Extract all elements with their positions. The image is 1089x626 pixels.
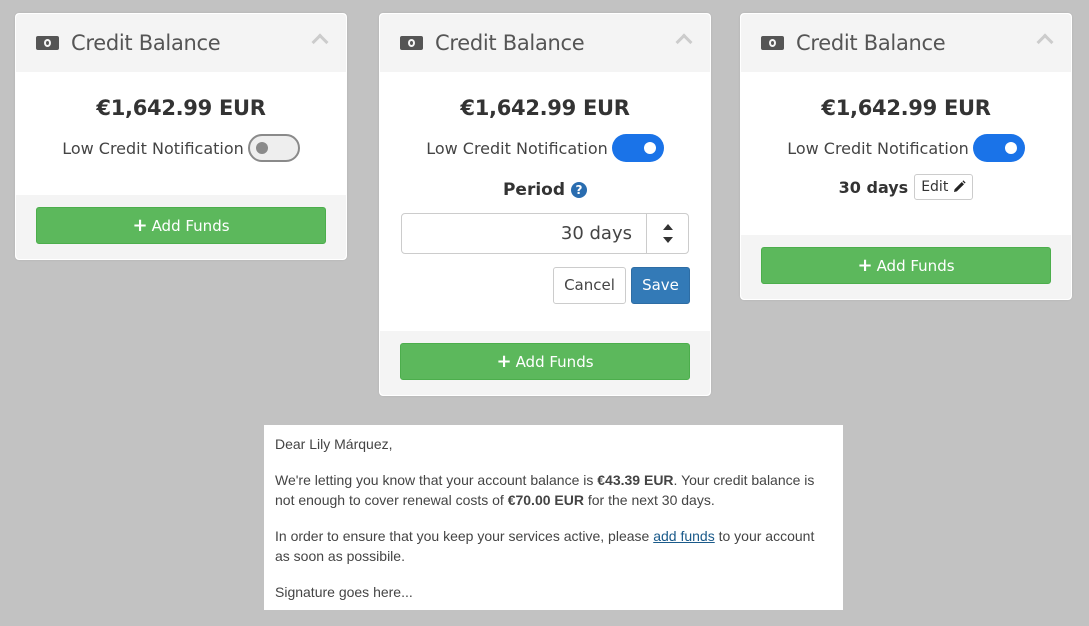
add-funds-label: Add Funds [515, 352, 594, 371]
add-funds-label: Add Funds [151, 216, 230, 235]
period-value: 30 days [838, 177, 909, 197]
credit-balance-card-3: Credit Balance €1,642.99 EUR Low Credit … [740, 13, 1072, 300]
edit-label: Edit [921, 179, 949, 195]
plus-icon: + [132, 214, 148, 236]
email-paragraph-1: We're letting you know that your account… [275, 470, 832, 511]
arrow-down-icon[interactable] [662, 237, 673, 243]
notification-label: Low Credit Notification [426, 138, 608, 158]
cancel-button[interactable]: Cancel [553, 267, 626, 304]
help-icon[interactable]: ? [571, 182, 588, 198]
email-preview: Dear Lily Márquez, We're letting you kno… [264, 425, 843, 610]
card-header[interactable]: Credit Balance [380, 14, 710, 72]
period-label: Period [502, 180, 566, 200]
pencil-icon [954, 180, 966, 192]
chevron-up-icon[interactable] [1036, 33, 1054, 51]
card-title: Credit Balance [796, 31, 946, 55]
email-text: for the next 30 days. [583, 492, 715, 508]
chevron-up-icon[interactable] [675, 33, 693, 51]
arrow-up-icon[interactable] [662, 224, 673, 230]
email-greeting: Dear Lily Márquez, [275, 436, 393, 452]
add-funds-button[interactable]: + Add Funds [400, 343, 690, 380]
email-text: We're letting you know that your account… [275, 471, 598, 488]
notification-label: Low Credit Notification [62, 138, 244, 158]
credit-balance-card-2: Credit Balance €1,642.99 EUR Low Credit … [379, 13, 711, 396]
add-funds-label: Add Funds [876, 256, 955, 275]
save-button[interactable]: Save [631, 267, 690, 304]
plus-icon: + [857, 254, 873, 276]
card-header[interactable]: Credit Balance [741, 14, 1071, 72]
email-balance: €43.39 EUR [597, 471, 674, 488]
email-signature: Signature goes here... [275, 583, 413, 600]
money-icon [36, 36, 59, 50]
balance-amount: €1,642.99 EUR [821, 96, 991, 120]
add-funds-button[interactable]: + Add Funds [36, 207, 326, 244]
card-title: Credit Balance [435, 31, 585, 55]
toggle-knob [1004, 142, 1017, 154]
balance-amount: €1,642.99 EUR [460, 96, 630, 120]
credit-balance-card-1: Credit Balance €1,642.99 EUR Low Credit … [15, 13, 347, 260]
plus-icon: + [496, 350, 512, 372]
add-funds-link[interactable]: add funds [653, 528, 715, 544]
add-funds-button[interactable]: + Add Funds [761, 247, 1051, 284]
money-icon [400, 36, 423, 50]
period-input[interactable]: 30 days [402, 214, 646, 253]
balance-amount: €1,642.99 EUR [96, 96, 266, 120]
email-renewal-cost: €70.00 EUR [507, 492, 584, 508]
card-title: Credit Balance [71, 31, 221, 55]
chevron-up-icon[interactable] [311, 33, 329, 51]
email-text: In order to ensure that you keep your se… [275, 527, 654, 544]
low-credit-toggle[interactable] [611, 134, 664, 162]
email-paragraph-2: In order to ensure that you keep your se… [275, 526, 832, 567]
money-icon [761, 36, 784, 50]
notification-label: Low Credit Notification [787, 138, 969, 158]
toggle-knob [255, 142, 268, 154]
low-credit-toggle[interactable] [972, 134, 1025, 162]
edit-button[interactable]: Edit [914, 174, 974, 200]
low-credit-toggle[interactable] [247, 134, 300, 162]
period-stepper[interactable]: 30 days [401, 213, 689, 254]
toggle-knob [643, 142, 656, 154]
card-header[interactable]: Credit Balance [16, 14, 346, 72]
